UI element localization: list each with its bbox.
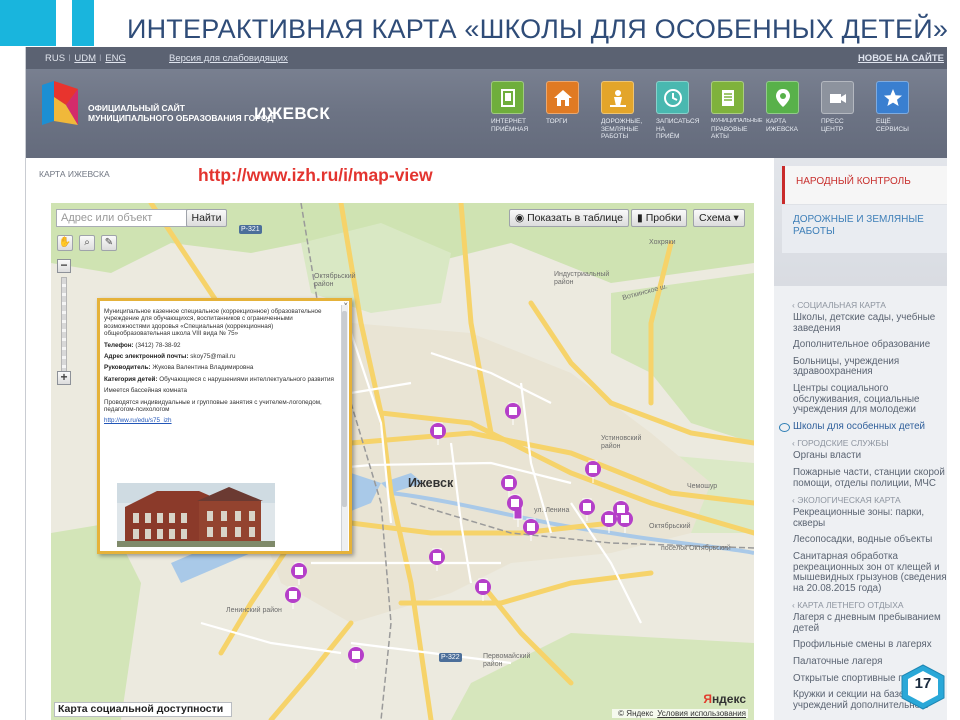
sidebar-item-day-camps[interactable]: Лагеря с дневным пребыванием детей	[793, 612, 947, 634]
services-nav: ИНТЕРНЕТ ПРИЁМНАЯ ТОРГИ ДОРОЖНЫЕ, ЗЕМЛЯНЫЕ…	[491, 81, 931, 141]
page-number: 17	[914, 675, 932, 692]
accessibility-version-link[interactable]: Версия для слабовидящих	[169, 53, 288, 64]
sidebar-menu: СОЦИАЛЬНАЯ КАРТА Школы, детские сады, уч…	[779, 295, 947, 717]
peoples-control-button[interactable]: НАРОДНЫЙ КОНТРОЛЬ	[782, 166, 947, 204]
group-city-services[interactable]: ГОРОДСКИЕ СЛУЖБЫ	[792, 438, 947, 448]
whats-new-link[interactable]: НОВОЕ НА САЙТЕ	[858, 53, 944, 64]
yandex-logo: Яндекс	[703, 692, 746, 706]
breadcrumb: КАРТА ИЖЕВСКА	[39, 169, 110, 179]
star-icon	[876, 81, 909, 114]
top-bar: RUS I UDM I ENG Версия для слабовидящих НО…	[26, 47, 947, 69]
map-label-posyolok: посёлок Октябрьский	[661, 545, 731, 552]
popup-extra-2: Проводятся индивидуальные и групповые за…	[104, 398, 322, 414]
sidebar-item-schools[interactable]: Школы, детские сады, учебные заведения	[793, 312, 947, 334]
traffic-light-icon: ▮	[637, 212, 646, 224]
show-table-button[interactable]: ◉ Показать в таблице	[509, 209, 629, 227]
sidebar-item-profile-shifts[interactable]: Профильные смены в лагерях	[793, 640, 947, 651]
nav-legal-acts[interactable]: МУНИЦИПАЛЬНЫЕ ПРАВОВЫЕ АКТЫ	[711, 81, 766, 141]
roadwork-icon	[601, 81, 634, 114]
eye-icon: ◉	[515, 212, 528, 224]
sidebar-item-forests[interactable]: Лесопосадки, водные объекты	[793, 535, 947, 546]
nav-roadworks[interactable]: ДОРОЖНЫЕ, ЗЕМЛЯНЫЕ РАБОТЫ	[601, 81, 656, 141]
group-social-map[interactable]: СОЦИАЛЬНАЯ КАРТА	[792, 300, 947, 310]
popup-category: Категория детей: Обучающиеся с нарушения…	[104, 375, 334, 383]
road-shield-r322: Р-322	[439, 653, 462, 662]
sidebar-item-hospitals[interactable]: Больницы, учреждения здравоохранения	[793, 356, 947, 378]
zoom-in-icon[interactable]: +	[57, 371, 71, 385]
nav-internet-reception[interactable]: ИНТЕРНЕТ ПРИЁМНАЯ	[491, 81, 546, 141]
traffic-button[interactable]: ▮ Пробки	[631, 209, 688, 227]
house-icon	[546, 81, 579, 114]
map-label-pervomaisky-district: Первомайский район	[483, 653, 531, 668]
slide: ИНТЕРАКТИВНАЯ КАРТА «ШКОЛЫ ДЛЯ ОСОБЕННЫХ…	[0, 0, 960, 720]
popup-email: Адрес электронной почты: skoy75@mail.ru	[104, 353, 236, 361]
nav-press-center[interactable]: ПРЕСС ЦЕНТР	[821, 81, 876, 141]
map-label-khokhryaki: Хохряки	[649, 239, 676, 246]
school-info-popup[interactable]: × Муниципальное казенное специальное (ко…	[97, 298, 352, 554]
map-pin-icon	[766, 81, 799, 114]
hand-tool-icon[interactable]: ✋	[57, 235, 73, 251]
lang-eng[interactable]: ENG	[105, 53, 126, 64]
slide-decoration-block	[0, 0, 56, 46]
school-building-photo	[117, 483, 275, 547]
right-sidebar: НАРОДНЫЙ КОНТРОЛЬ ДОРОЖНЫЕ И ЗЕМЛЯНЫЕ РА…	[774, 158, 947, 720]
ruler-tool-icon[interactable]: ✎	[101, 235, 117, 251]
site-header: RUS I UDM I ENG Версия для слабовидящих НО…	[26, 47, 947, 158]
popup-head: Руководитель: Жукова Валентина Владимиро…	[104, 364, 254, 372]
map-label-city: Ижевск	[408, 476, 454, 490]
map-label-oktyabrsky-district: Октябрьский район	[314, 273, 356, 288]
map-type-select[interactable]: Схема ▾	[693, 209, 745, 227]
map-label-oktyabrsky-village: Октябрьский	[649, 523, 691, 530]
map-search-button[interactable]: Найти	[186, 209, 227, 227]
magnifier-tool-icon[interactable]: ⌕	[79, 235, 95, 251]
popup-website-link[interactable]: http://ww.ru/edu/s75_izh	[104, 417, 172, 424]
map-copyright: © Яндекс Условия использования	[612, 709, 748, 718]
group-summer-map[interactable]: КАРТА ЛЕТНЕГО ОТДЫХА	[792, 600, 947, 610]
popup-org-name: Муниципальное казенное специальное (корр…	[104, 308, 322, 338]
chevron-down-icon: ▾	[730, 212, 739, 224]
url-caption: http://www.izh.ru/i/map-view	[198, 165, 433, 185]
city-logo-icon[interactable]	[42, 81, 78, 125]
lang-rus[interactable]: RUS	[45, 53, 65, 64]
social-accessibility-map-label[interactable]: Карта социальной доступности	[54, 702, 232, 717]
clock-icon	[656, 81, 689, 114]
language-switcher: RUS I UDM I ENG	[45, 53, 126, 64]
sidebar-item-emergency[interactable]: Пожарные части, станции скорой помощи, о…	[793, 467, 947, 489]
popup-content: Муниципальное казенное специальное (корр…	[104, 308, 338, 429]
nav-appointment[interactable]: ЗАПИСАТЬСЯ НА ПРИЁМ	[656, 81, 711, 141]
sidebar-item-authorities[interactable]: Органы власти	[793, 451, 947, 462]
sidebar-item-additional-education[interactable]: Дополнительное образование	[793, 340, 947, 351]
city-name: ИЖЕВСК	[254, 104, 331, 123]
nav-more-services[interactable]: ЕЩЁ СЕРВИСЫ	[876, 81, 931, 141]
zoom-slider[interactable]	[61, 277, 67, 373]
zoom-out-icon[interactable]: −	[57, 259, 71, 273]
slide-title: ИНТЕРАКТИВНАЯ КАРТА «ШКОЛЫ ДЛЯ ОСОБЕННЫХ…	[127, 14, 949, 44]
slide-decoration-bar	[72, 0, 94, 46]
camera-icon	[821, 81, 854, 114]
sidebar-item-social-centers[interactable]: Центры социального обслуживания, социаль…	[793, 383, 947, 416]
map-label-industrial-district: Индустриальный район	[554, 271, 610, 286]
nav-tenders[interactable]: ТОРГИ	[546, 81, 601, 141]
roadworks-button[interactable]: ДОРОЖНЫЕ И ЗЕМЛЯНЫЕ РАБОТЫ	[782, 205, 947, 253]
map-view[interactable]: Ижевск Октябрьский район Индустриальный …	[51, 203, 754, 720]
popup-extra-1: Имеется бассейная комната	[104, 387, 188, 395]
road-shield-r321: Р-321	[239, 225, 262, 234]
map-label-lenina-street: ул. Ленина	[534, 507, 570, 514]
website-screenshot: RUS I UDM I ENG Версия для слабовидящих НО…	[25, 47, 947, 720]
sidebar-item-tick-treatment[interactable]: Санитарная обработка рекреационных зон о…	[793, 551, 947, 594]
site-name: ОФИЦИАЛЬНЫЙ САЙТ МУНИЦИПАЛЬНОГО ОБРАЗОВА…	[88, 103, 274, 123]
nav-city-map[interactable]: КАРТА ИЖЕВСКА	[766, 81, 821, 141]
map-label-ustinovsky-district: Устиновский район	[601, 435, 642, 450]
sidebar-item-special-schools[interactable]: Школы для особенных детей	[779, 421, 947, 433]
popup-scroll-thumb[interactable]	[342, 311, 347, 507]
map-label-chemoshur: Чемошур	[687, 483, 718, 490]
map-label-leninsky-district: Ленинский район	[226, 607, 282, 614]
acts-icon	[711, 81, 744, 114]
sidebar-item-parks[interactable]: Рекреационные зоны: парки, скверы	[793, 507, 947, 529]
terms-link[interactable]: Условия использования	[657, 709, 746, 718]
document-icon	[491, 81, 524, 114]
popup-phone: Телефон: (3412) 78-38-92	[104, 341, 181, 349]
lang-udm[interactable]: UDM	[74, 53, 96, 64]
group-eco-map[interactable]: ЭКОЛОГИЧЕСКАЯ КАРТА	[792, 495, 947, 505]
